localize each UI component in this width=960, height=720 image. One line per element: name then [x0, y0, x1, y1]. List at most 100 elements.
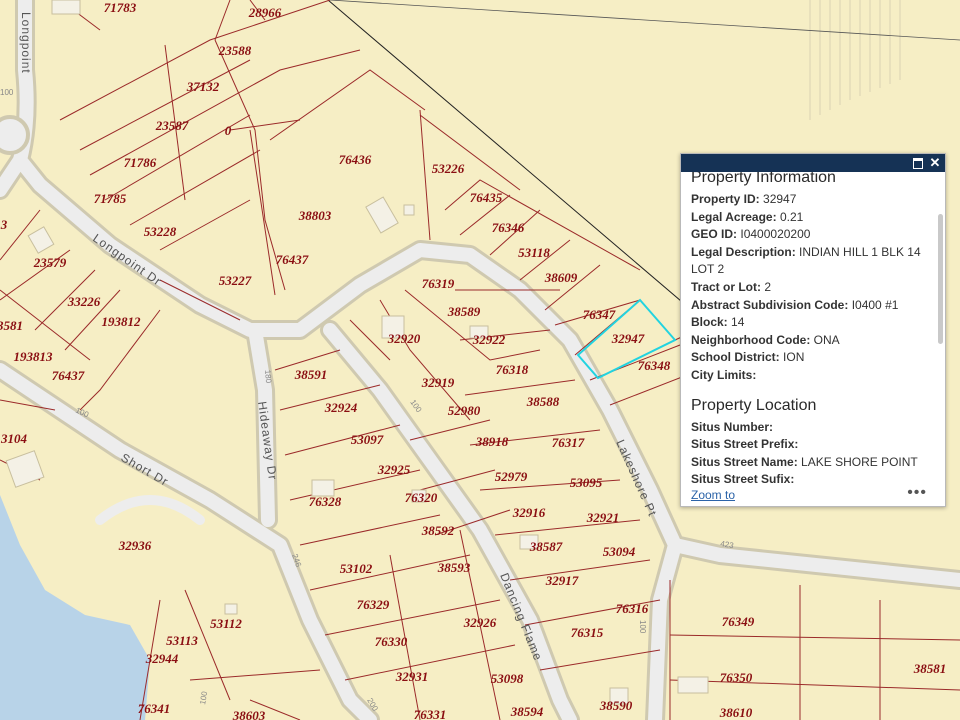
parcel-label: 38589: [447, 304, 481, 319]
parcel-label: 76315: [571, 625, 604, 640]
parcel-label: 76437: [276, 252, 309, 267]
parcel-label: 76341: [138, 701, 171, 716]
parcel-label: 71786: [124, 155, 157, 170]
parcel-label: 32926: [463, 615, 497, 630]
parcel-label: 23588: [218, 43, 252, 58]
popup-titlebar: ✕: [681, 154, 945, 172]
parcel-label: 193813: [14, 349, 54, 364]
popup-scrollbar[interactable]: [938, 214, 943, 344]
parcel-label: 52980: [448, 403, 481, 418]
more-options-icon[interactable]: •••: [907, 484, 927, 502]
field-geo-id: GEO ID: I0400020200: [691, 227, 811, 242]
parcel-label: 53097: [351, 432, 384, 447]
svg-text:100: 100: [0, 88, 14, 97]
field-city-limits: City Limits:: [691, 367, 757, 382]
parcel-label: 76436: [339, 152, 372, 167]
parcel-label: 38593: [437, 560, 471, 575]
parcel-label: 38603: [232, 708, 266, 720]
field-situs-street-prefix: Situs Street Prefix:: [691, 437, 799, 452]
parcel-label: 76349: [722, 614, 755, 629]
parcel-label: 32922: [472, 332, 506, 347]
road-label-longpoint: Longpoint: [19, 12, 33, 74]
parcel-label: 53118: [518, 245, 550, 260]
parcel-label: 23579: [33, 255, 67, 270]
parcel-label: 76329: [357, 597, 390, 612]
parcel-label: 76437: [52, 368, 85, 383]
field-block: Block: 14: [691, 315, 745, 330]
parcel-label: 38609: [544, 270, 578, 285]
parcel-label: 0: [225, 123, 232, 138]
parcel-label: 76318: [496, 362, 529, 377]
popup-footer: Zoom to •••: [691, 484, 935, 504]
parcel-label: 32931: [395, 669, 429, 684]
parcel-label: 76330: [375, 634, 408, 649]
parcel-label: 53227: [219, 273, 252, 288]
field-property-id: Property ID: 32947: [691, 192, 797, 206]
parcel-label: 76320: [405, 490, 438, 505]
parcel-label: 76348: [638, 358, 671, 373]
parcel-label: 76328: [309, 494, 342, 509]
parcel-label: 193812: [102, 314, 142, 329]
parcel-label: 32925: [377, 462, 411, 477]
svg-text:180: 180: [263, 369, 273, 384]
parcel-label-selected: 32947: [611, 331, 645, 346]
parcel-label: 32944: [145, 651, 179, 666]
zoom-to-link[interactable]: Zoom to: [691, 488, 735, 502]
parcel-label: 3: [0, 217, 8, 232]
parcel-label: 76347: [583, 307, 616, 322]
parcel-label: 53228: [144, 224, 177, 239]
parcel-label: 38591: [294, 367, 328, 382]
field-legal-description: Legal Description: INDIAN HILL 1 BLK 14 …: [691, 244, 921, 277]
parcel-label: 76346: [492, 220, 525, 235]
parcel-label: 53094: [603, 544, 636, 559]
parcel-label: 71783: [104, 0, 137, 15]
parcel-label: 53098: [491, 671, 524, 686]
parcel-label: 3581: [0, 318, 23, 333]
section-title-property-location: Property Location: [691, 396, 817, 414]
popup-content[interactable]: Property Information Property ID: 32947 …: [681, 172, 931, 488]
parcel-label: 53112: [210, 616, 242, 631]
svg-text:100: 100: [638, 620, 647, 634]
parcel-label: 38592: [421, 523, 455, 538]
parcel-label: 38588: [526, 394, 560, 409]
field-legal-acreage: Legal Acreage: 0.21: [691, 209, 804, 224]
parcel-label: 76331: [414, 707, 447, 720]
parcel-label: 38590: [599, 698, 633, 713]
parcel-label: 38918: [475, 434, 509, 449]
parcel-label: 28966: [248, 5, 282, 20]
field-abstract-subdivision-code: Abstract Subdivision Code: I0400 #1: [691, 297, 899, 312]
section-title-property-information: Property Information: [691, 172, 836, 186]
field-situs-street-sufix: Situs Street Sufix:: [691, 472, 795, 487]
parcel-label: 53095: [570, 475, 603, 490]
parcel-label: 38594: [510, 704, 544, 719]
parcel-label: 76435: [470, 190, 503, 205]
parcel-label: 53102: [340, 561, 373, 576]
parcel-label: 38803: [298, 208, 332, 223]
close-icon[interactable]: ✕: [928, 156, 942, 170]
field-school-district: School District: ION: [691, 350, 805, 365]
parcel-label: 76350: [720, 670, 753, 685]
parcel-label: 52979: [495, 469, 528, 484]
parcel-label: 71785: [94, 191, 127, 206]
parcel-label: 76317: [552, 435, 585, 450]
parcel-label: 32919: [421, 375, 455, 390]
parcel-label: 32916: [512, 505, 546, 520]
parcel-label: 32936: [118, 538, 152, 553]
parcel-label: 32920: [387, 331, 421, 346]
parcel-label: 38581: [913, 661, 947, 676]
field-situs-number: Situs Number:: [691, 419, 774, 434]
parcel-label: 3104: [0, 431, 28, 446]
maximize-icon[interactable]: [911, 156, 925, 170]
parcel-label: 76316: [616, 601, 649, 616]
parcel-label: 53226: [432, 161, 465, 176]
parcel-label: 23587: [155, 118, 189, 133]
property-popup[interactable]: ✕ Property Information Property ID: 3294…: [680, 153, 946, 507]
field-tract-or-lot: Tract or Lot: 2: [691, 279, 772, 294]
parcel-label: 32924: [324, 400, 358, 415]
parcel-label: 38587: [529, 539, 563, 554]
parcel-label: 33226: [67, 294, 101, 309]
field-neighborhood-code: Neighborhood Code: ONA: [691, 332, 840, 347]
parcel-label: 76319: [422, 276, 455, 291]
parcel-label: 53113: [166, 633, 198, 648]
parcel-label: 32921: [586, 510, 620, 525]
